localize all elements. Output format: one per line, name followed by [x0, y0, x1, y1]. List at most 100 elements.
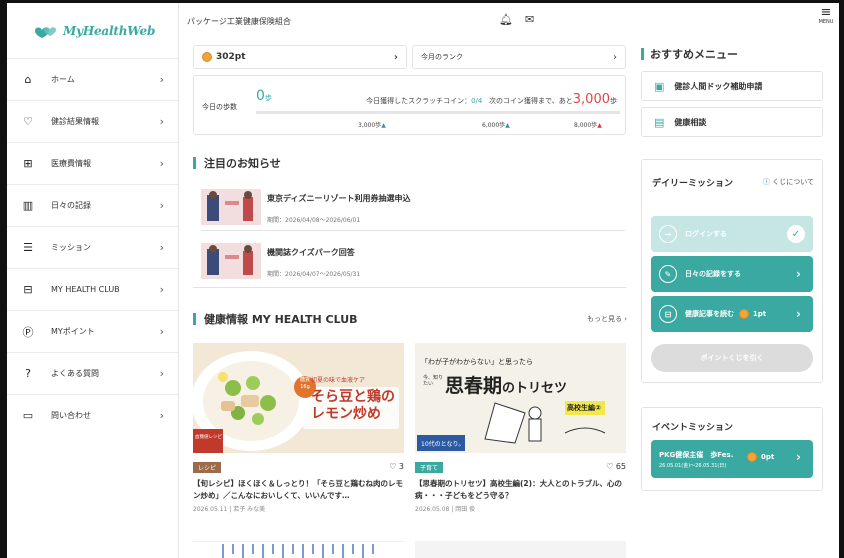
image-badge: 高校生編②: [567, 404, 601, 412]
milestone-2-label: 6,000歩: [482, 122, 506, 129]
chevron-right-icon: ›: [159, 157, 164, 170]
notice-title: 機関誌クイズパーク回答: [267, 248, 355, 257]
sidebar-item[interactable]: ⊞ 医療費情報 ›: [7, 142, 178, 184]
next-unit: 歩: [610, 97, 617, 105]
article-card[interactable]: 初夏の味で血液ケア そら豆と鶏の レモン炒め 糖質 16g 血糖値レシピ レシピ ♡…: [193, 343, 404, 513]
sidebar-item[interactable]: ▭ 問い合わせ ›: [7, 394, 178, 436]
record-label: 日々の記録をする: [685, 270, 741, 278]
article-card-partial[interactable]: [415, 541, 626, 558]
record-mission-button[interactable]: ✎ 日々の記録をする ›: [651, 256, 813, 292]
logo[interactable]: MyHealthWeb: [7, 3, 178, 58]
sidebar-item-label: 日々の記録: [51, 201, 91, 210]
login-icon: →: [659, 225, 677, 243]
logo-text: MyHealthWeb: [63, 23, 156, 38]
milestone-3: 8,000歩▲: [574, 120, 602, 129]
read-label: 健康記事を読む: [685, 310, 734, 318]
recommend-heading: おすすめメニュー: [641, 46, 738, 62]
event-name: PKG健保主催 歩Fes.: [659, 450, 734, 459]
steps-count-value: 0: [256, 88, 265, 104]
article-title: 【思春期のトリセツ】高校生編(2)：大人とのトラブル、心の病・・・子どもをどう守…: [415, 479, 622, 500]
article-card[interactable]: 「わが子がわからない」と思ったら 今、知りたい 思春期のトリセツ 高校生編② 1…: [415, 343, 626, 513]
pencil-icon: ✎: [659, 265, 677, 283]
image-subtitle: 「わが子がわからない」と思ったら: [421, 358, 533, 366]
article-meta: 2026.05.08 | 岡田 俊: [415, 506, 476, 513]
medical-cross-icon: ⊞: [23, 157, 33, 170]
chat-icon: ▭: [22, 409, 34, 422]
sidebar-item[interactable]: Ⓟ MYポイント ›: [7, 310, 178, 352]
read-points: 1pt: [752, 310, 767, 318]
brand-badge: 血糖値レシピ: [195, 435, 222, 440]
point-icon: Ⓟ: [22, 325, 34, 339]
steps-label: 今日の歩数: [202, 103, 237, 111]
image-title: 思春期のトリセツ: [445, 371, 567, 398]
sidebar-item[interactable]: ▥ 日々の記録 ›: [7, 184, 178, 226]
sidebar-item-label: 医療費情報: [51, 159, 91, 168]
notice-period: 期間：2026/04/08〜2026/06/01: [267, 217, 361, 224]
club-heading: 健康情報 MY HEALTH CLUB: [193, 311, 358, 327]
image-subtitle: 初夏の味で血液ケア: [311, 377, 366, 384]
notice-thumbnail: [201, 243, 261, 279]
like-count[interactable]: ♡ 65: [606, 462, 626, 471]
event-points-value: 0pt: [761, 453, 775, 461]
sidebar-item[interactable]: ? よくある質問 ›: [7, 352, 178, 394]
daily-title: デイリーミッション: [652, 179, 734, 189]
sidebar-item[interactable]: ♡ 健診結果情報 ›: [7, 100, 178, 142]
image-title: そら豆と鶏の レモン炒め: [311, 389, 395, 423]
image-pre: 今、知りたい: [423, 375, 444, 387]
info-circle-icon: ⓘ: [762, 178, 770, 186]
sidebar-nav: ⌂ ホーム › ♡ 健診結果情報 › ⊞ 医療費情報 › ▥ 日々の記録 › ☰ ミッション › ⊟ MY HE…: [7, 58, 178, 436]
points-value: 302pt: [216, 52, 246, 62]
image-title-main: 思春期: [445, 375, 503, 397]
read-mission-button[interactable]: ⊟ 健康記事を読む 1pt ›: [651, 296, 813, 332]
sidebar-item-label: よくある質問: [51, 369, 99, 378]
event-mission-button[interactable]: PKG健保主催 歩Fes. 26.05.01(金)〜26.05.31(日) 0p…: [651, 440, 813, 478]
event-points: 0pt: [747, 452, 774, 462]
sidebar: MyHealthWeb ⌂ ホーム › ♡ 健診結果情報 › ⊞ 医療費情報 › ▥ 日々の記録 › ☰…: [7, 3, 179, 558]
lottery-button[interactable]: ポイントくじを引く: [651, 344, 813, 372]
notice-period: 期間：2026/04/07〜2026/05/31: [267, 271, 361, 278]
chevron-right-icon: ›: [159, 241, 164, 254]
steps-panel: 今日の歩数 0歩 今日獲得したスクラッチコイン：0/4 次のコイン獲得まで、あと…: [193, 75, 626, 135]
next-label: 次のコイン獲得まで、あと: [489, 97, 573, 105]
event-period: 26.05.01(金)〜26.05.31(日): [659, 462, 727, 469]
notice-title: 東京ディズニーリゾート利用券抽選申込: [267, 194, 411, 203]
sidebar-item-label: MY HEALTH CLUB: [51, 285, 120, 294]
dock-subsidy-label: 健診人間ドック補助申請: [674, 81, 763, 91]
notice-item[interactable]: 機関誌クイズパーク回答 期間：2026/04/07〜2026/05/31: [201, 239, 625, 285]
like-count[interactable]: ♡ 3: [389, 462, 404, 471]
more-link[interactable]: もっと見る ›: [587, 314, 627, 324]
article-card-partial[interactable]: [193, 541, 404, 558]
document-icon: ▤: [654, 115, 665, 129]
notice-thumbnail: [201, 189, 261, 225]
chevron-right-icon: ›: [613, 51, 617, 63]
health-consult-button[interactable]: ▤ 健康相談: [641, 107, 823, 137]
lottery-info-link[interactable]: ⓘ くじについて: [763, 177, 814, 187]
article-image: 「わが子がわからない」と思ったら 今、知りたい 思春期のトリセツ 高校生編② 1…: [415, 343, 626, 453]
rank-label: 今月のランク: [421, 53, 463, 61]
coin-icon: [747, 452, 757, 462]
main-content: 302pt › 今月のランク › 今日の歩数 0歩 今日獲得したスクラッチコイン…: [193, 3, 627, 558]
daily-mission-panel: デイリーミッション ⓘ くじについて → ログインする ✓ ✎ 日々の記録をする › …: [641, 159, 823, 383]
triangle-icon: ▲: [505, 122, 510, 129]
rank-bar[interactable]: 今月のランク ›: [412, 45, 626, 69]
login-mission-button[interactable]: → ログインする ✓: [651, 216, 813, 252]
triangle-icon: ▲: [597, 122, 602, 129]
check-icon: ✓: [787, 225, 805, 243]
dock-subsidy-button[interactable]: ▣ 健診人間ドック補助申請: [641, 71, 823, 101]
badge-value: 16g: [300, 384, 310, 390]
coin-icon: [202, 52, 212, 62]
steps-count: 0歩: [256, 88, 272, 104]
coin-info: 今日獲得したスクラッチコイン：0/4 次のコイン獲得まで、あと3,000歩: [366, 92, 617, 107]
steps-progress-bar: [256, 111, 620, 114]
sidebar-item-label: 問い合わせ: [51, 411, 91, 420]
sidebar-item[interactable]: ⊟ MY HEALTH CLUB ›: [7, 268, 178, 310]
sidebar-item[interactable]: ⌂ ホーム ›: [7, 58, 178, 100]
like-count-value: 3: [398, 462, 404, 471]
points-bar[interactable]: 302pt ›: [193, 45, 407, 69]
question-icon: ?: [25, 367, 31, 380]
badge-label: 糖質: [299, 377, 310, 383]
event-mission-panel: イベントミッション PKG健保主催 歩Fes. 26.05.01(金)〜26.0…: [641, 407, 823, 491]
earned-label: 今日獲得したスクラッチコイン：: [366, 97, 472, 105]
sidebar-item[interactable]: ☰ ミッション ›: [7, 226, 178, 268]
notice-item[interactable]: 東京ディズニーリゾート利用券抽選申込 期間：2026/04/08〜2026/06…: [201, 185, 625, 231]
